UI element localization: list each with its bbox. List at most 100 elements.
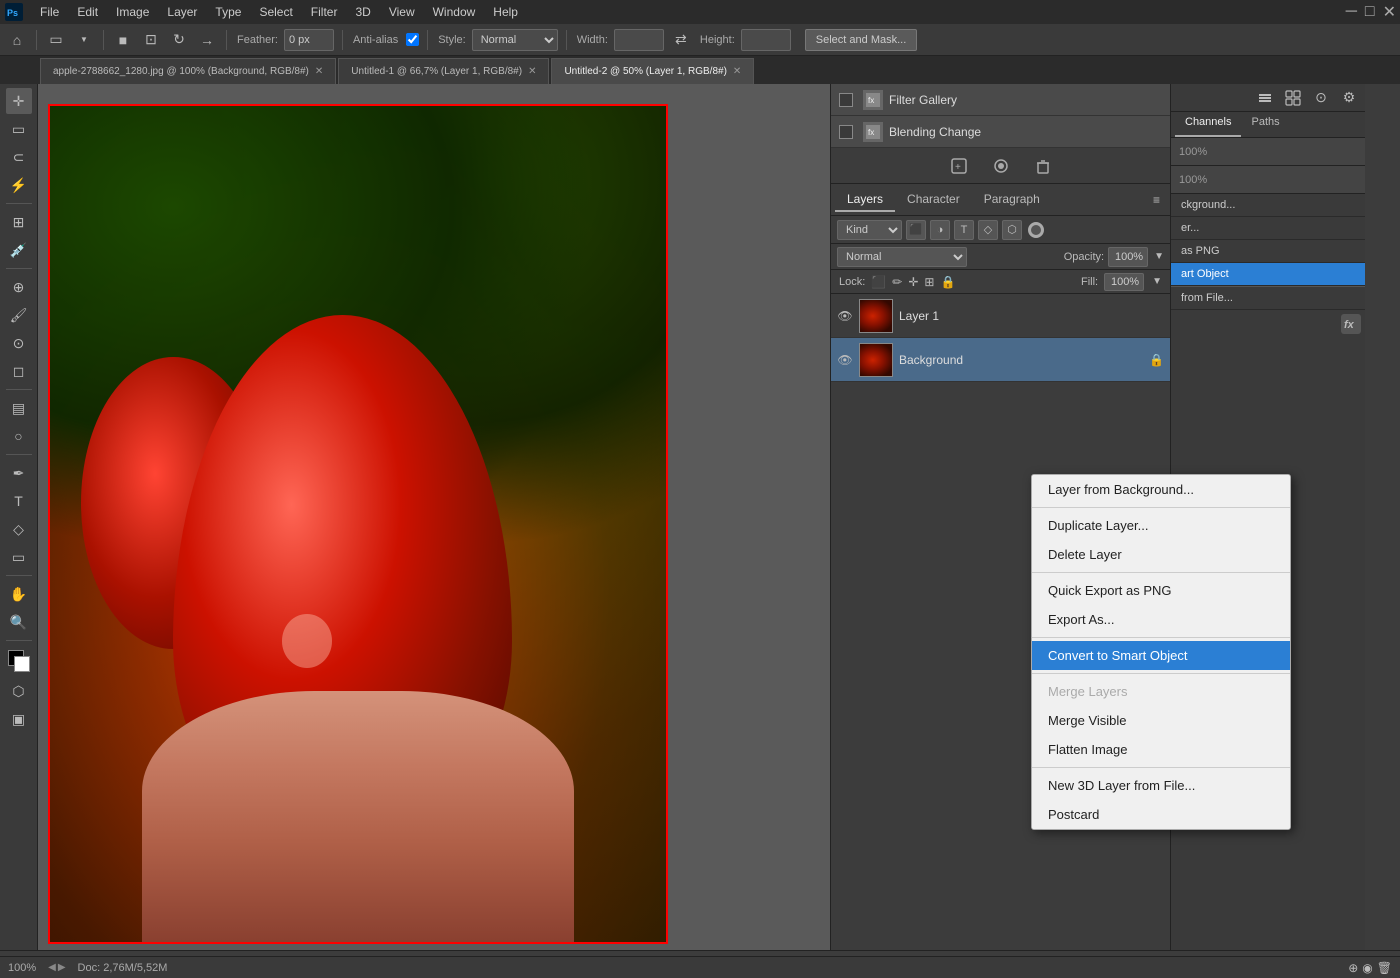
path-tool[interactable]: ◇ (6, 516, 32, 542)
tab-character[interactable]: Character (895, 188, 972, 212)
ctx-export-as[interactable]: Export As... (1032, 605, 1290, 634)
close-btn[interactable]: ✕ (1383, 2, 1396, 22)
clone-tool[interactable]: ⊙ (6, 330, 32, 356)
quick-mask-icon[interactable]: ⬡ (6, 678, 32, 704)
lock-pixels-icon[interactable]: ✏ (892, 275, 902, 289)
settings-icon[interactable]: ⚙ (1339, 88, 1359, 108)
tool-rotate-icon[interactable]: ↻ (168, 29, 190, 51)
tab-close-untitled1[interactable]: ✕ (528, 66, 536, 77)
fx-icon[interactable]: fx (1341, 314, 1361, 339)
screen-mode-icon[interactable]: ▣ (6, 706, 32, 732)
minimize-btn[interactable]: ─ (1346, 3, 1357, 21)
layer-row-layer1[interactable]: 👁 Layer 1 (831, 294, 1170, 338)
color-circle-btn[interactable] (1028, 222, 1044, 238)
swap-wh-icon[interactable]: ⇄ (670, 29, 692, 51)
lock-transparent-icon[interactable]: ⬛ (871, 275, 886, 289)
shape-tool[interactable]: ▭ (6, 544, 32, 570)
lock-position-icon[interactable]: ✛ (908, 275, 918, 289)
filter-gallery-checkbox[interactable] (839, 93, 853, 107)
adjustment-icon-btn[interactable]: ◑ (930, 220, 950, 240)
eyedropper-tool[interactable]: 💉 (6, 237, 32, 263)
delete-btn[interactable] (1032, 155, 1054, 177)
magic-wand-tool[interactable]: ⚡ (6, 172, 32, 198)
height-input[interactable] (741, 29, 791, 51)
rp-smart-object-item[interactable]: art Object (1171, 263, 1365, 286)
menu-layer[interactable]: Layer (159, 3, 205, 21)
hand-tool[interactable]: ✋ (6, 581, 32, 607)
smart-object-icon-btn[interactable]: ⬡ (1002, 220, 1022, 240)
menu-window[interactable]: Window (425, 3, 484, 21)
layer1-visibility-toggle[interactable]: 👁 (837, 308, 853, 324)
channels-tab[interactable]: Channels (1175, 112, 1241, 137)
ctx-layer-from-background[interactable]: Layer from Background... (1032, 475, 1290, 504)
zoom-tool[interactable]: 🔍 (6, 609, 32, 635)
eraser-tool[interactable]: ◻ (6, 358, 32, 384)
pen-tool[interactable]: ✒ (6, 460, 32, 486)
menu-file[interactable]: File (32, 3, 67, 21)
menu-view[interactable]: View (381, 3, 423, 21)
tab-apple[interactable]: apple-2788662_1280.jpg @ 100% (Backgroun… (40, 58, 336, 84)
lock-all-icon[interactable]: 🔒 (940, 275, 955, 289)
status-trash-icon[interactable]: 🗑 (1377, 961, 1392, 975)
lasso-tool[interactable]: ⊂ (6, 144, 32, 170)
menu-help[interactable]: Help (485, 3, 526, 21)
ctx-merge-visible[interactable]: Merge Visible (1032, 706, 1290, 735)
rp-layer-item[interactable]: er... (1171, 217, 1365, 240)
shape-icon-btn[interactable]: ◇ (978, 220, 998, 240)
ctx-duplicate-layer[interactable]: Duplicate Layer... (1032, 511, 1290, 540)
gradient-tool[interactable]: ▤ (6, 395, 32, 421)
crop-tool[interactable]: ⊞ (6, 209, 32, 235)
marquee-tool[interactable]: ▭ (6, 116, 32, 142)
nav-left[interactable]: ◀ (48, 962, 56, 973)
rp-from-file-item[interactable]: from File... (1171, 287, 1365, 310)
menu-3d[interactable]: 3D (347, 3, 378, 21)
feather-input[interactable] (284, 29, 334, 51)
move-tool[interactable]: ✛ (6, 88, 32, 114)
fill-arrow[interactable]: ▼ (1152, 276, 1162, 287)
fg-bg-color[interactable] (8, 650, 30, 672)
marquee-options-icon[interactable]: ▼ (73, 29, 95, 51)
marquee-rect-icon[interactable]: ▭ (45, 29, 67, 51)
tab-paragraph[interactable]: Paragraph (972, 188, 1052, 212)
status-globe-icon[interactable]: ◉ (1362, 961, 1372, 975)
tab-close-apple[interactable]: ✕ (315, 66, 323, 77)
lock-artboard-icon[interactable]: ⊞ (924, 275, 934, 289)
home-icon[interactable]: ⌂ (6, 29, 28, 51)
layers-panel-menu[interactable]: ≡ (1147, 193, 1166, 207)
type-icon-btn[interactable]: T (954, 220, 974, 240)
ctx-quick-export-png[interactable]: Quick Export as PNG (1032, 576, 1290, 605)
tool-arrow-icon[interactable]: → (196, 29, 218, 51)
blending-change-checkbox[interactable] (839, 125, 853, 139)
paths-icon[interactable] (1283, 88, 1303, 108)
tool-square-icon[interactable]: ■ (112, 29, 134, 51)
brush-tool[interactable]: 🖌 (6, 302, 32, 328)
tab-close-untitled2[interactable]: ✕ (733, 66, 741, 77)
tool-circle-icon[interactable]: ⊡ (140, 29, 162, 51)
blend-mode-dropdown[interactable]: Normal Multiply Screen (837, 247, 967, 267)
create-snapshot-btn[interactable] (990, 155, 1012, 177)
ctx-flatten-image[interactable]: Flatten Image (1032, 735, 1290, 764)
nav-right[interactable]: ▶ (58, 962, 66, 973)
style-dropdown[interactable]: Normal Fixed Ratio Fixed Size (472, 29, 558, 51)
ctx-new-3d-layer[interactable]: New 3D Layer from File... (1032, 771, 1290, 800)
tab-layers[interactable]: Layers (835, 188, 895, 212)
ctx-delete-layer[interactable]: Delete Layer (1032, 540, 1290, 569)
select-mask-button[interactable]: Select and Mask... (805, 29, 918, 51)
menu-edit[interactable]: Edit (69, 3, 106, 21)
pixel-icon-btn[interactable]: ⬛ (906, 220, 926, 240)
add-layer-style-btn[interactable]: + (948, 155, 970, 177)
opacity-arrow[interactable]: ▼ (1154, 251, 1164, 262)
antialias-checkbox[interactable] (406, 33, 419, 46)
menu-filter[interactable]: Filter (303, 3, 346, 21)
ctx-convert-smart-object[interactable]: Convert to Smart Object (1032, 641, 1290, 670)
channels-icon[interactable] (1255, 88, 1275, 108)
tab-untitled2[interactable]: Untitled-2 @ 50% (Layer 1, RGB/8#) ✕ (551, 58, 754, 84)
width-input[interactable] (614, 29, 664, 51)
kind-dropdown[interactable]: Kind (837, 220, 902, 240)
type-tool[interactable]: T (6, 488, 32, 514)
background-visibility-toggle[interactable]: 👁 (837, 352, 853, 368)
more-options-icon[interactable]: ⊙ (1311, 88, 1331, 108)
layer-row-background[interactable]: 👁 Background 🔒 (831, 338, 1170, 382)
ctx-postcard[interactable]: Postcard (1032, 800, 1290, 829)
status-link-icon[interactable]: ⊕ (1348, 961, 1358, 975)
